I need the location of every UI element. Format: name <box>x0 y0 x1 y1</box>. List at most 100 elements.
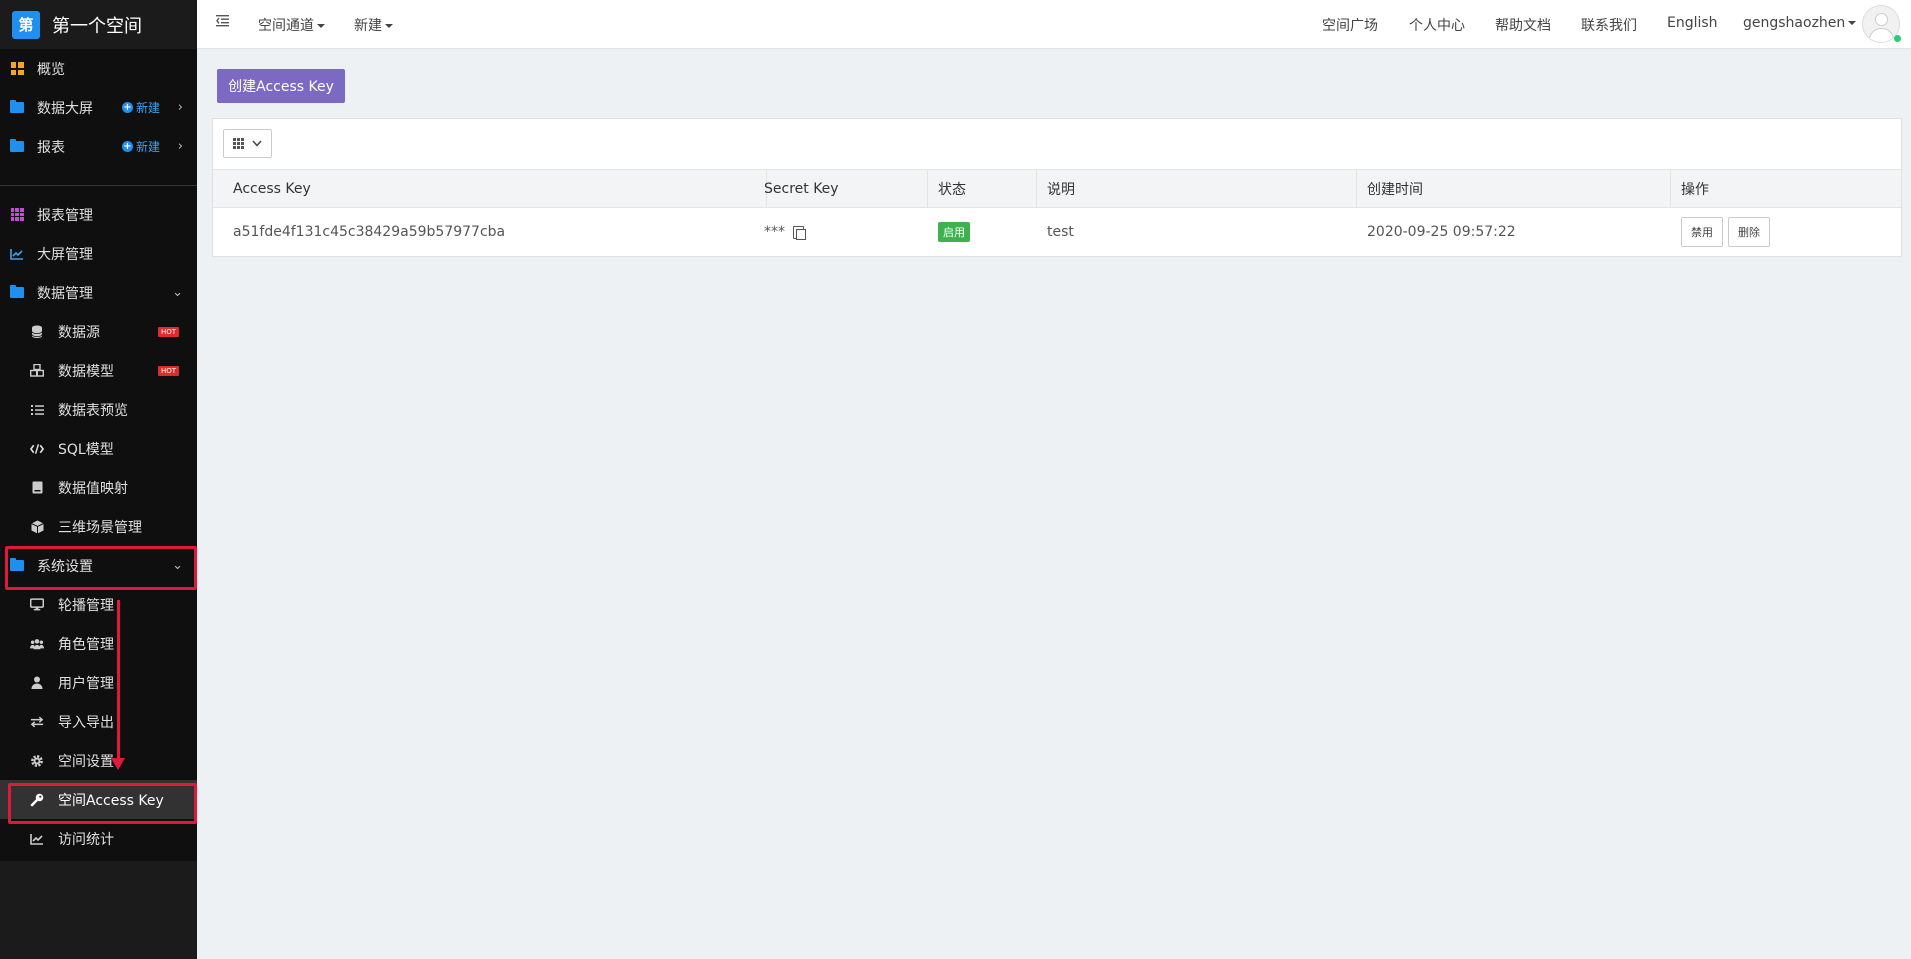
caret-down-icon <box>385 24 393 28</box>
nav-space-plaza[interactable]: 空间广场 <box>1322 15 1378 35</box>
access-key-panel: Access Key Secret Key 状态 说明 创建时间 操作 a51f… <box>212 118 1902 257</box>
grid-icon <box>233 138 244 149</box>
exchange-icon <box>30 715 44 729</box>
new-data-screen-link[interactable]: + 新建 <box>122 99 160 116</box>
sidebar-nav: 概览 数据大屏 + 新建 › 报表 + 新建 › 报表管理 大屏管理 数据管理 … <box>0 49 197 861</box>
sidebar-item-label: 报表 <box>37 139 65 156</box>
sidebar-item-label: 访问统计 <box>58 831 114 848</box>
brand-name: 第一个空间 <box>52 15 142 37</box>
user-menu[interactable]: gengshaozhen <box>1743 15 1857 31</box>
new-dropdown-label: 新建 <box>354 18 382 34</box>
chevron-right-icon: › <box>177 139 183 154</box>
username: gengshaozhen <box>1743 15 1846 31</box>
caret-down-icon <box>1848 21 1857 25</box>
sidebar-item-carousel[interactable]: 轮播管理 <box>0 585 197 624</box>
user-icon <box>30 676 44 690</box>
col-description[interactable]: 说明 <box>1037 170 1357 208</box>
space-channel-dropdown[interactable]: 空间通道 <box>258 15 325 35</box>
sidebar-item-label: 大屏管理 <box>37 246 93 263</box>
delete-button[interactable]: 删除 <box>1728 217 1770 247</box>
sidebar-item-data-model[interactable]: 数据模型 HOT <box>0 351 197 390</box>
sidebar-item-label: SQL模型 <box>58 441 114 458</box>
create-access-key-button[interactable]: 创建Access Key <box>217 69 345 103</box>
users-icon <box>30 637 44 651</box>
new-label: 新建 <box>136 140 161 154</box>
sidebar-item-data-screen[interactable]: 数据大屏 + 新建 › <box>0 88 197 127</box>
desktop-icon <box>30 598 44 612</box>
sidebar-item-3d-scene[interactable]: 三维场景管理 <box>0 507 197 546</box>
sidebar-item-users[interactable]: 用户管理 <box>0 663 197 702</box>
sidebar-item-label: 报表管理 <box>37 207 93 224</box>
language-switch[interactable]: English <box>1667 15 1718 31</box>
sidebar-item-label: 数据源 <box>58 324 100 341</box>
sidebar-item-label: 三维场景管理 <box>58 519 142 536</box>
area-chart-icon <box>30 832 44 846</box>
brand[interactable]: 第 第一个空间 <box>0 0 197 49</box>
apps-grid-icon <box>10 208 24 222</box>
chevron-down-icon: ⌄ <box>172 285 183 300</box>
sidebar-item-import-export[interactable]: 导入导出 <box>0 702 197 741</box>
cube-icon <box>30 520 44 534</box>
sidebar-item-label: 空间设置 <box>58 753 114 770</box>
nav-contact-us[interactable]: 联系我们 <box>1581 15 1637 35</box>
cubes-icon <box>30 364 44 378</box>
new-dropdown[interactable]: 新建 <box>354 15 393 35</box>
topbar: 空间通道 新建 空间广场 个人中心 帮助文档 联系我们 English geng… <box>197 0 1911 49</box>
sidebar-collapse-icon[interactable] <box>216 14 230 31</box>
plus-circle-icon: + <box>122 141 133 152</box>
cell-access-key: a51fde4f131c45c38429a59b57977cba <box>233 224 506 240</box>
column-toggle-button[interactable] <box>223 129 272 158</box>
sidebar-item-roles[interactable]: 角色管理 <box>0 624 197 663</box>
sidebar-item-label: 数据模型 <box>58 363 114 380</box>
sidebar-item-reports[interactable]: 报表 + 新建 › <box>0 127 197 166</box>
sidebar-item-label: 概览 <box>37 61 65 78</box>
new-report-link[interactable]: + 新建 <box>122 138 160 155</box>
folder-icon <box>10 100 24 115</box>
col-status[interactable]: 状态 <box>928 170 1037 208</box>
col-created-time[interactable]: 创建时间 <box>1357 170 1671 208</box>
sidebar-item-label: 数据大屏 <box>37 100 93 117</box>
disable-button[interactable]: 禁用 <box>1681 217 1723 247</box>
folder-icon <box>10 139 24 154</box>
sidebar-item-datasource[interactable]: 数据源 HOT <box>0 312 197 351</box>
chevron-right-icon: › <box>177 100 183 115</box>
folder-icon <box>10 285 24 300</box>
sidebar-item-sql-model[interactable]: SQL模型 <box>0 429 197 468</box>
book-icon <box>30 481 44 495</box>
sidebar-item-screen-management[interactable]: 大屏管理 <box>0 234 197 273</box>
col-access-key[interactable]: Access Key <box>223 170 767 208</box>
line-chart-icon <box>10 247 24 261</box>
sidebar-item-visit-stats[interactable]: 访问统计 <box>0 819 197 858</box>
cell-created-time: 2020-09-25 09:57:22 <box>1367 224 1516 240</box>
hot-badge: HOT <box>158 365 180 376</box>
secret-key-masked: *** <box>764 224 785 240</box>
col-secret-key[interactable]: Secret Key <box>754 170 928 208</box>
col-actions: 操作 <box>1681 182 1709 198</box>
nav-help-docs[interactable]: 帮助文档 <box>1495 15 1551 35</box>
sidebar-item-label: 数据管理 <box>37 285 93 302</box>
hot-badge: HOT <box>158 326 180 337</box>
sidebar-item-value-mapping[interactable]: 数据值映射 <box>0 468 197 507</box>
cell-secret-key: *** <box>754 208 806 256</box>
sidebar-item-label: 导入导出 <box>58 714 114 731</box>
dashboard-grid-icon <box>10 62 24 76</box>
online-status-dot <box>1894 35 1901 42</box>
sidebar-item-report-management[interactable]: 报表管理 <box>0 195 197 234</box>
sidebar-item-space-settings[interactable]: 空间设置 <box>0 741 197 780</box>
sidebar-item-overview[interactable]: 概览 <box>0 49 197 88</box>
chevron-down-icon <box>252 140 262 147</box>
sidebar-item-label: 用户管理 <box>58 675 114 692</box>
nav-personal-center[interactable]: 个人中心 <box>1409 15 1465 35</box>
sidebar-item-table-preview[interactable]: 数据表预览 <box>0 390 197 429</box>
highlight-box-access-key <box>8 783 197 824</box>
database-icon <box>30 325 44 339</box>
status-badge: 启用 <box>938 222 970 242</box>
cell-status: 启用 <box>928 208 970 256</box>
highlight-box-system-settings <box>5 546 197 590</box>
plus-circle-icon: + <box>122 102 133 113</box>
copy-icon[interactable] <box>793 225 806 240</box>
table-header: Access Key Secret Key 状态 说明 创建时间 操作 <box>213 169 1901 208</box>
sidebar-item-data-management[interactable]: 数据管理 ⌄ <box>0 273 197 312</box>
new-label: 新建 <box>136 101 161 115</box>
sidebar-item-label: 角色管理 <box>58 636 114 653</box>
